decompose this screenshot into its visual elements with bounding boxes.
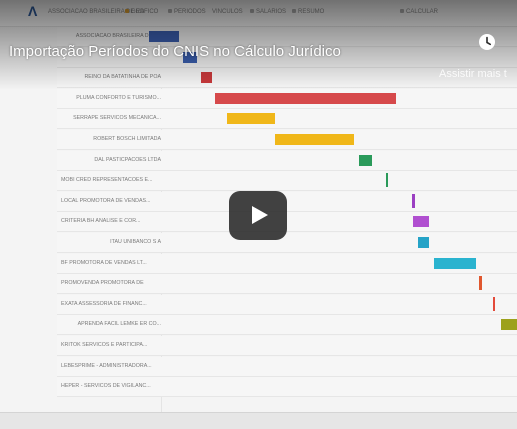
gantt-row: EXATA ASSESSORIA DE FINANC...	[57, 294, 517, 315]
play-button[interactable]	[229, 191, 287, 240]
app-tab: SALARIOS	[250, 9, 286, 15]
app-toolbar: Λ ASSOCIACAO BRASILEIRA DE ED GRAFICO PE…	[0, 0, 517, 27]
gantt-row-label: REINO DA BATATINHA DE POA	[84, 74, 161, 81]
gantt-row-label: PLUMA CONFORTO E TURISMO...	[76, 94, 161, 101]
gantt-row: CRITERIA BH ANALISE E COR...	[57, 212, 517, 233]
gantt-row-label: MOBI CRED REPRESENTACOES E...	[61, 177, 153, 184]
gantt-period-bar	[359, 154, 372, 166]
gantt-period-tick	[386, 173, 388, 188]
app-logo: Λ	[28, 3, 38, 19]
clock-icon	[479, 34, 495, 50]
gantt-row: MOBI CRED REPRESENTACOES E...	[57, 171, 517, 192]
gantt-row: DAL PASTICPACOES LTDA	[57, 150, 517, 171]
gantt-period-bar	[434, 257, 476, 269]
gantt-row-label: DAL PASTICPACOES LTDA	[94, 156, 161, 163]
gantt-row-label: APRENDA FACIL LEMKE ER CO...	[77, 321, 161, 328]
video-title[interactable]: Importação Períodos do CNIS no Cálculo J…	[9, 43, 341, 60]
gantt-period-bar	[501, 319, 517, 331]
gantt-period-bar	[413, 216, 429, 228]
gantt-period-tick	[479, 276, 482, 291]
gantt-row-label: ROBERT BOSCH LIMITADA	[93, 136, 161, 142]
gantt-row-label: KRITOK SERVICOS E PARTICIPA...	[61, 342, 148, 348]
app-tab: GRAFICO	[125, 9, 158, 15]
gantt-row-label: BF PROMOTORA DE VENDAS LT...	[61, 259, 147, 266]
gantt-row: SERRAPE SERVICOS MECANICA...	[57, 109, 517, 130]
gantt-period-bar	[215, 92, 396, 104]
gantt-period-bar	[201, 72, 212, 84]
gantt-period-tick	[493, 296, 495, 311]
video-player[interactable]: Λ ASSOCIACAO BRASILEIRA DE ED GRAFICO PE…	[0, 0, 517, 412]
player-bottom-strip	[0, 412, 517, 429]
gantt-row-label: LEBESPRIME - ADMINISTRADORA...	[61, 362, 152, 369]
gantt-row: KRITOK SERVICOS E PARTICIPA...	[57, 336, 517, 356]
gantt-row-label: PROMOVENDA PROMOTORA DE	[61, 280, 144, 287]
gantt-row: PROMOVENDA PROMOTORA DE	[57, 274, 517, 295]
watch-later-button[interactable]	[478, 33, 496, 51]
gantt-row: APRENDA FACIL LEMKE ER CO...	[57, 315, 517, 336]
gantt-row-label: CRITERIA BH ANALISE E COR...	[61, 218, 141, 225]
gantt-row: LOCAL PROMOTORA DE VENDAS...	[57, 191, 517, 212]
watch-later-label[interactable]: Assistir mais t	[439, 68, 507, 80]
gantt-period-bar	[275, 134, 354, 145]
app-tab: VINCULOS	[212, 9, 243, 15]
gantt-row-label: EXATA ASSESSORIA DE FINANC...	[61, 300, 147, 307]
gantt-period-bar	[227, 113, 275, 125]
gantt-row-label: HEPER - SERVICOS DE VIGILANC...	[61, 383, 151, 390]
gantt-period-tick	[412, 193, 415, 208]
gantt-period-bar	[418, 237, 429, 248]
gantt-row: LEBESPRIME - ADMINISTRADORA...	[57, 356, 517, 377]
gantt-row-label: LOCAL PROMOTORA DE VENDAS...	[61, 197, 151, 204]
app-tab: PERIODOS	[168, 9, 206, 15]
gantt-row: ITAU UNIBANCO S A	[57, 233, 517, 253]
gantt-row-label: ITAU UNIBANCO S A	[110, 239, 161, 245]
play-icon	[252, 206, 268, 224]
app-tab: CALCULAR	[400, 9, 438, 15]
gantt-row-label: SERRAPE SERVICOS MECANICA...	[73, 115, 161, 122]
gantt-period-bar	[149, 31, 179, 42]
app-tab: RESUMO	[292, 9, 324, 15]
gantt-row: HEPER - SERVICOS DE VIGILANC...	[57, 377, 517, 398]
